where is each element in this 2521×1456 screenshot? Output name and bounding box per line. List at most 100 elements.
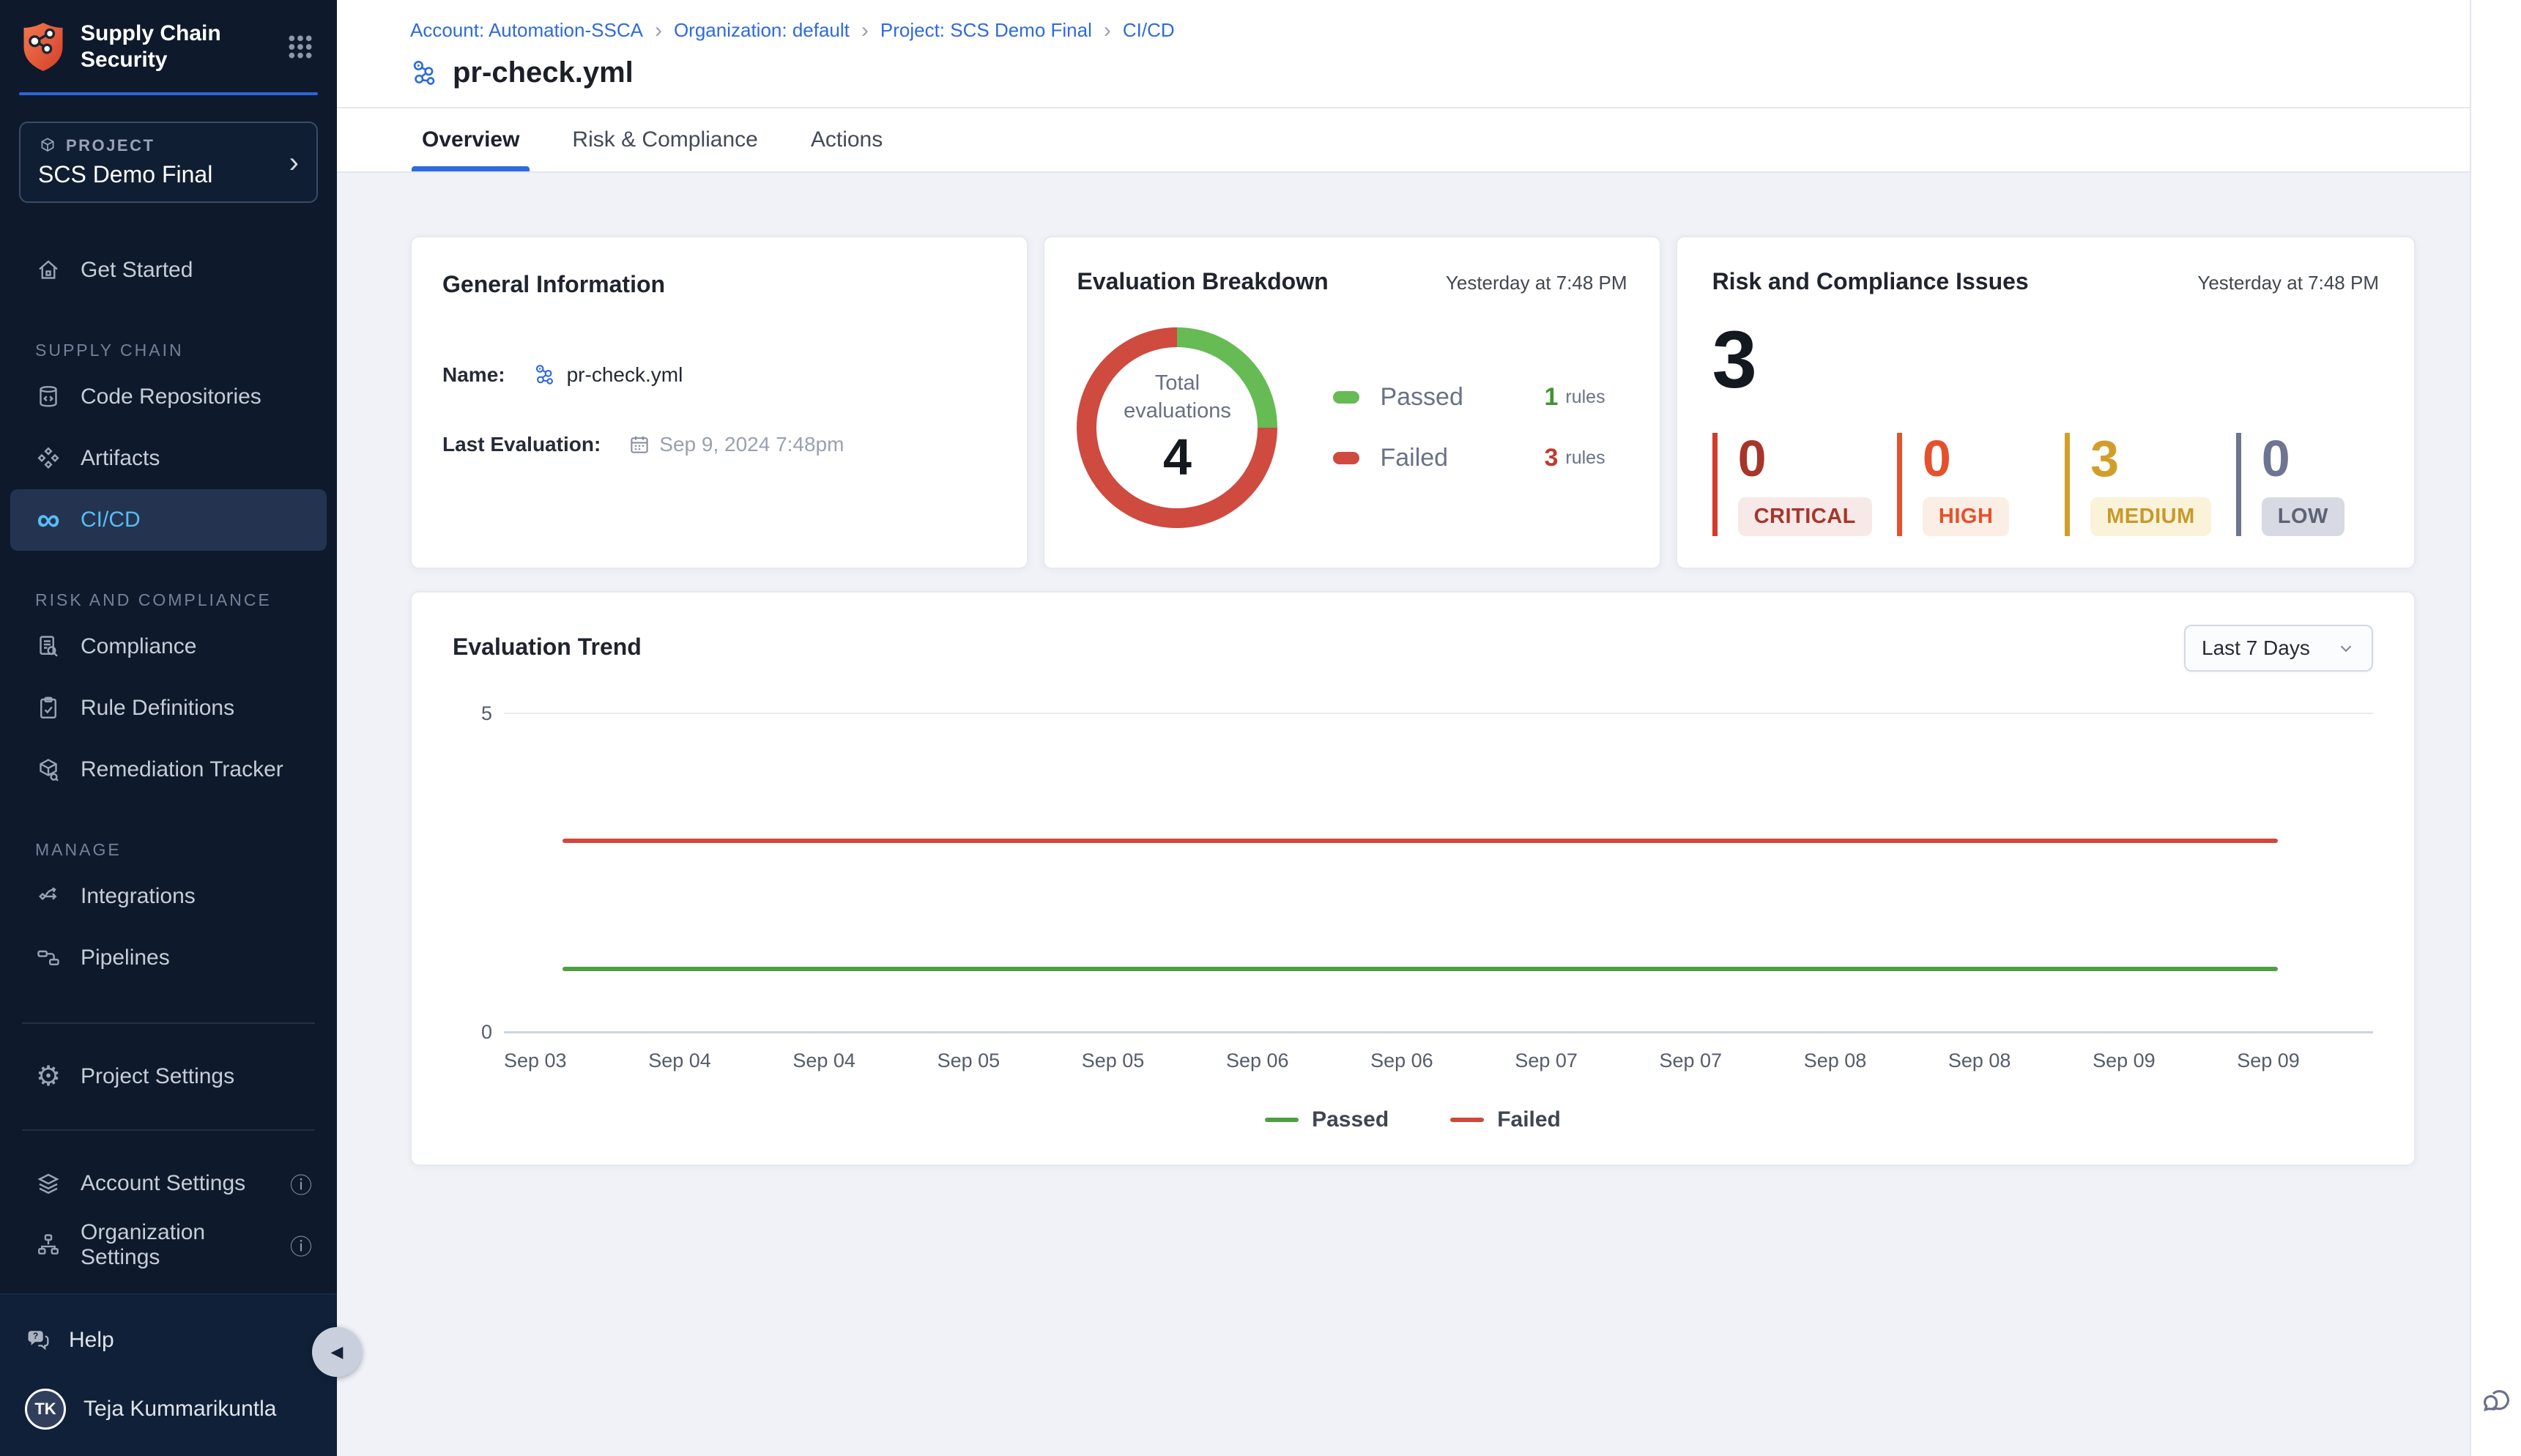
sidebar-item-label: Code Repositories: [81, 385, 261, 409]
breadcrumb: Account: Automation-SSCA › Organization:…: [410, 19, 2470, 42]
help-button[interactable]: ? Help: [0, 1327, 337, 1353]
breadcrumb-account-link[interactable]: Account: Automation-SSCA: [410, 19, 643, 42]
help-label: Help: [69, 1328, 114, 1353]
info-icon[interactable]: ⓘ: [290, 1229, 312, 1261]
pipeline-icon: [410, 58, 441, 89]
sidebar-item-label: Compliance: [81, 634, 196, 659]
x-tick-label: Sep 05: [1082, 1050, 1145, 1072]
sidebar-item-organization-settings[interactable]: Organization Settings ⓘ: [10, 1214, 327, 1276]
breadcrumb-separator-icon: ›: [655, 20, 662, 42]
severity-low: 0 LOW: [2236, 433, 2379, 536]
tab-overview[interactable]: Overview: [422, 108, 519, 171]
y-axis-tick-5: 5: [463, 702, 492, 725]
module-grid-icon[interactable]: [286, 32, 315, 62]
critical-count: 0: [1738, 433, 1872, 484]
breadcrumb-separator-icon: ›: [861, 20, 869, 42]
sidebar-item-cicd[interactable]: ∞ CI/CD: [10, 489, 327, 551]
user-name: Teja Kummarikuntla: [83, 1397, 276, 1422]
severity-medium: 3 MEDIUM: [2065, 433, 2211, 536]
failed-count: 3: [1544, 444, 1558, 472]
remediation-box-icon: [35, 757, 62, 783]
breadcrumb-cicd-link[interactable]: CI/CD: [1123, 19, 1175, 42]
total-issues-value: 3: [1712, 320, 2379, 401]
section-header-manage: MANAGE: [35, 840, 337, 860]
project-selector[interactable]: PROJECT SCS Demo Final ›: [19, 122, 318, 203]
sidebar-collapse-button[interactable]: ◀: [312, 1327, 362, 1377]
project-selector-label: PROJECT: [66, 136, 155, 155]
layers-gear-icon: [35, 1170, 62, 1197]
page-header: Account: Automation-SSCA › Organization:…: [337, 0, 2470, 108]
name-label: Name:: [442, 363, 505, 387]
chevron-right-icon: ›: [289, 148, 299, 177]
section-header-risk-and-compliance: RISK AND COMPLIANCE: [35, 590, 337, 610]
evaluation-breakdown-card: Evaluation Breakdown Yesterday at 7:48 P…: [1043, 236, 1660, 569]
document-search-icon: [35, 634, 62, 660]
donut-center-label: Total evaluations: [1111, 369, 1243, 425]
clipboard-check-icon: [35, 695, 62, 721]
y-axis-tick-0: 0: [463, 1021, 492, 1044]
card-title: Evaluation Breakdown: [1077, 268, 1328, 295]
sidebar-item-integrations[interactable]: Integrations: [10, 866, 327, 927]
sidebar-item-code-repositories[interactable]: Code Repositories: [10, 366, 327, 428]
sidebar-item-label: Project Settings: [81, 1064, 234, 1089]
sidebar-item-compliance[interactable]: Compliance: [10, 616, 327, 677]
card-timestamp: Yesterday at 7:48 PM: [1446, 272, 1627, 294]
breadcrumb-project-link[interactable]: Project: SCS Demo Final: [880, 19, 1092, 42]
severity-breakdown: 0 CRITICAL 0 HIGH 3 MEDIUM 0 LOW: [1712, 433, 2379, 536]
trend-legend: Passed Failed: [453, 1107, 2373, 1132]
x-tick-label: Sep 04: [648, 1050, 711, 1072]
unit-label: rules: [1565, 447, 1605, 469]
sidebar-item-project-settings[interactable]: ⚙ Project Settings: [10, 1046, 327, 1107]
page-content: General Information Name: pr-check.yml: [337, 173, 2470, 1456]
x-tick-label: Sep 03: [504, 1050, 567, 1072]
sidebar-item-get-started[interactable]: Get Started: [10, 239, 327, 301]
card-timestamp: Yesterday at 7:48 PM: [2197, 272, 2379, 294]
divider: [22, 1129, 315, 1131]
severity-high: 0 HIGH: [1897, 433, 2040, 536]
x-axis-line: [504, 1031, 2373, 1033]
trend-legend-failed: Failed: [1450, 1107, 1561, 1132]
sidebar-item-rule-definitions[interactable]: Rule Definitions: [10, 677, 327, 739]
breadcrumb-organization-link[interactable]: Organization: default: [674, 19, 850, 42]
x-tick-label: Sep 08: [1948, 1050, 2011, 1072]
sidebar-item-artifacts[interactable]: Artifacts: [10, 428, 327, 489]
breadcrumb-separator-icon: ›: [1104, 20, 1111, 42]
svg-text:?: ?: [33, 1331, 38, 1341]
sidebar-item-pipelines[interactable]: Pipelines: [10, 927, 327, 989]
gear-icon: ⚙: [35, 1063, 62, 1090]
sidebar-item-label: Remediation Tracker: [81, 757, 283, 782]
x-tick-label: Sep 07: [1515, 1050, 1578, 1072]
tab-risk-compliance[interactable]: Risk & Compliance: [572, 108, 757, 171]
support-chat-icon[interactable]: [2479, 1386, 2514, 1421]
logo-accent-divider: [19, 92, 318, 95]
severity-critical: 0 CRITICAL: [1712, 433, 1872, 536]
app-title: Supply Chain Security: [81, 21, 221, 73]
sidebar-item-label: Pipelines: [81, 946, 170, 970]
failed-line-icon: [1450, 1118, 1484, 1122]
sidebar-item-account-settings[interactable]: Account Settings ⓘ: [10, 1153, 327, 1214]
info-icon[interactable]: ⓘ: [290, 1167, 312, 1200]
trend-legend-passed: Passed: [1265, 1107, 1389, 1132]
user-menu[interactable]: TK Teja Kummarikuntla: [0, 1389, 337, 1430]
sidebar-item-label: Artifacts: [81, 446, 160, 471]
sidebar-item-remediation-tracker[interactable]: Remediation Tracker: [10, 739, 327, 801]
pipelines-icon: [35, 945, 62, 971]
x-tick-label: Sep 08: [1804, 1050, 1867, 1072]
breakdown-legend: Passed 1 rules Failed 3 rules: [1333, 383, 1605, 472]
card-title: Evaluation Trend: [453, 634, 642, 661]
cicd-infinity-icon: ∞: [35, 507, 62, 533]
high-badge: HIGH: [1923, 497, 2010, 536]
help-chat-icon: ?: [25, 1327, 51, 1353]
sidebar-item-label: Organization Settings: [81, 1220, 271, 1270]
evaluation-donut: Total evaluations 4: [1077, 327, 1277, 528]
app-logo-row: Supply Chain Security: [0, 0, 337, 86]
time-range-select[interactable]: Last 7 Days: [2184, 625, 2373, 672]
org-chart-gear-icon: [35, 1232, 62, 1258]
sidebar-item-label: Integrations: [81, 884, 196, 909]
sidebar-item-label: Get Started: [81, 258, 193, 283]
failed-pill-icon: [1333, 452, 1359, 464]
tab-actions[interactable]: Actions: [811, 108, 883, 171]
integrations-icon: [35, 883, 62, 910]
sidebar-item-label: Account Settings: [81, 1171, 245, 1196]
chevron-down-icon: [2336, 639, 2355, 658]
